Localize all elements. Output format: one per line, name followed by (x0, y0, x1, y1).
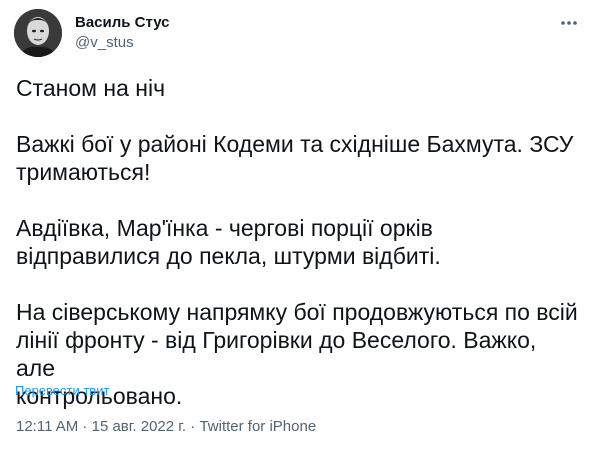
tweet-date[interactable]: 15 авг. 2022 г. (92, 418, 186, 435)
translate-tweet-link[interactable]: Перевести твит (15, 383, 109, 399)
avatar-portrait-icon (14, 9, 62, 57)
tweet-paragraph: Станом на ніч (16, 75, 166, 101)
tweet-source[interactable]: Twitter for iPhone (199, 418, 316, 435)
more-horizontal-icon (561, 21, 577, 25)
tweet-paragraph: Авдіївка, Мар'їнка - чергові порції оркі… (16, 215, 441, 269)
tweet-metadata: 12:11 AM · 15 авг. 2022 г. · Twitter for… (16, 417, 316, 437)
author-block: Василь Стус @v_stus (75, 13, 170, 53)
author-display-name[interactable]: Василь Стус (75, 13, 170, 33)
more-options-button[interactable] (557, 11, 581, 35)
tweet-text: Станом на ніч Важкі бої у районі Кодеми … (16, 74, 581, 410)
tweet-time[interactable]: 12:11 AM (16, 418, 78, 435)
tweet: Василь Стус @v_stus Станом на ніч Важкі … (0, 0, 595, 450)
avatar[interactable] (14, 9, 62, 57)
tweet-header: Василь Стус @v_stus (14, 9, 581, 59)
author-handle[interactable]: @v_stus (75, 33, 170, 53)
meta-separator: · (186, 418, 200, 435)
meta-separator: · (78, 418, 92, 435)
tweet-paragraph: Важкі бої у районі Кодеми та східніше Ба… (16, 131, 574, 185)
